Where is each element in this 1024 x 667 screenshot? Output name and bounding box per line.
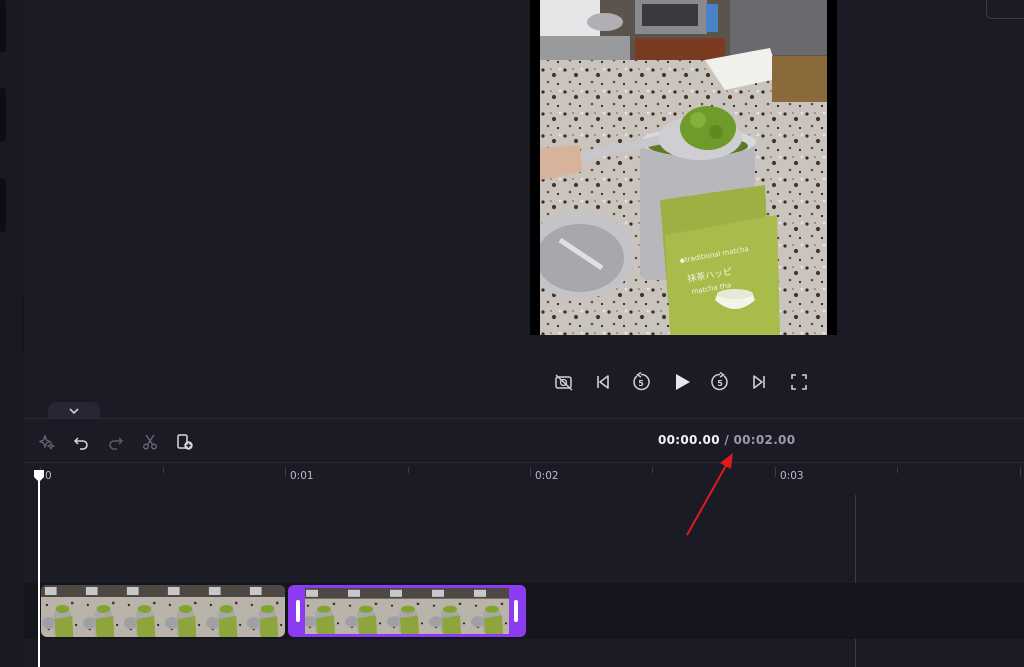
ruler-tick <box>775 467 776 477</box>
rewind-label: 5 <box>638 379 644 388</box>
ruler-tick <box>1020 467 1021 477</box>
clip-thumbnail <box>205 585 246 637</box>
forward-5-button[interactable]: 5 <box>706 368 734 396</box>
skip-back-button[interactable] <box>589 368 617 396</box>
left-rail <box>0 0 24 667</box>
split-button[interactable] <box>139 431 161 453</box>
trim-handle-left[interactable] <box>291 588 305 634</box>
clip-thumbnail <box>164 585 205 637</box>
magic-button[interactable] <box>36 431 58 453</box>
camera-off-icon <box>555 374 573 391</box>
video-clip-selected[interactable] <box>288 585 526 637</box>
timeline-collapse-button[interactable] <box>48 402 100 419</box>
ruler-tick <box>285 467 286 477</box>
undo-button[interactable] <box>70 431 92 453</box>
playhead[interactable] <box>34 465 50 667</box>
clip-thumbnail <box>428 588 470 634</box>
video-editor: ◆traditional matcha 抹茶ハッピ matcha tha 5 5… <box>0 0 1024 667</box>
ruler-tick <box>652 467 653 473</box>
forward-5-icon: 5 <box>711 372 728 391</box>
skip-forward-icon <box>753 375 765 389</box>
clip-thumbnail <box>302 588 344 634</box>
clip-thumbnail <box>470 588 512 634</box>
sparkle-icon <box>39 434 55 450</box>
play-button[interactable] <box>668 368 696 396</box>
skip-back-icon <box>597 375 609 389</box>
timeline-ruler[interactable]: 0 0:01 0:02 0:03 <box>24 463 1024 487</box>
hide-captions-button[interactable] <box>550 368 578 396</box>
redo-icon <box>109 437 124 450</box>
timecode-display: 00:00.00 / 00:02.00 <box>658 433 795 447</box>
chevron-down-icon <box>69 407 79 414</box>
ruler-tick <box>408 467 409 473</box>
add-clip-icon <box>177 434 193 450</box>
ruler-label: 0:02 <box>535 470 559 482</box>
redo-button[interactable] <box>105 431 127 453</box>
ruler-tick <box>163 467 164 473</box>
clip-thumbnail <box>344 588 386 634</box>
clip-thumbnail <box>246 585 285 637</box>
rewind-5-icon: 5 <box>633 372 650 391</box>
rail-tab[interactable] <box>0 88 6 142</box>
total-duration: 00:02.00 <box>733 433 796 447</box>
trim-handle-right[interactable] <box>509 588 523 634</box>
clip-thumbnail <box>82 585 123 637</box>
clip-thumbnails <box>302 588 512 634</box>
timeline-panel: 00:00.00 / 00:02.00 0 0:01 0:02 0:03 <box>24 418 1024 667</box>
rail-tab[interactable] <box>0 178 6 232</box>
add-media-button[interactable] <box>174 431 196 453</box>
playback-controls: 5 5 <box>0 368 1024 396</box>
skip-forward-button[interactable] <box>745 368 773 396</box>
ruler-label: 0:01 <box>290 470 314 482</box>
clip-thumbnails <box>41 585 285 637</box>
video-track <box>24 583 1024 639</box>
ruler-tick <box>530 467 531 477</box>
preview-corner-button[interactable] <box>986 0 1024 19</box>
undo-icon <box>73 437 88 450</box>
time-separator: / <box>719 433 734 447</box>
rail-tab[interactable] <box>0 0 6 52</box>
ruler-label: 0:03 <box>780 470 804 482</box>
fullscreen-icon <box>791 374 807 390</box>
scissors-icon <box>143 434 157 450</box>
timeline-toolbar: 00:00.00 / 00:02.00 <box>24 419 1024 463</box>
forward-label: 5 <box>717 379 723 388</box>
clip-thumbnail <box>386 588 428 634</box>
preview-panel <box>24 0 1024 418</box>
timeline-end-marker <box>855 495 856 667</box>
video-clip[interactable] <box>41 585 285 637</box>
playhead-line <box>38 477 40 667</box>
video-preview[interactable]: ◆traditional matcha 抹茶ハッピ matcha tha <box>530 0 837 335</box>
clip-thumbnail <box>123 585 164 637</box>
video-frame-image: ◆traditional matcha 抹茶ハッピ matcha tha <box>540 0 827 335</box>
rewind-5-button[interactable]: 5 <box>627 368 655 396</box>
current-time: 00:00.00 <box>658 433 720 447</box>
ruler-tick <box>897 467 898 473</box>
play-icon <box>676 374 690 390</box>
fullscreen-button[interactable] <box>785 368 813 396</box>
